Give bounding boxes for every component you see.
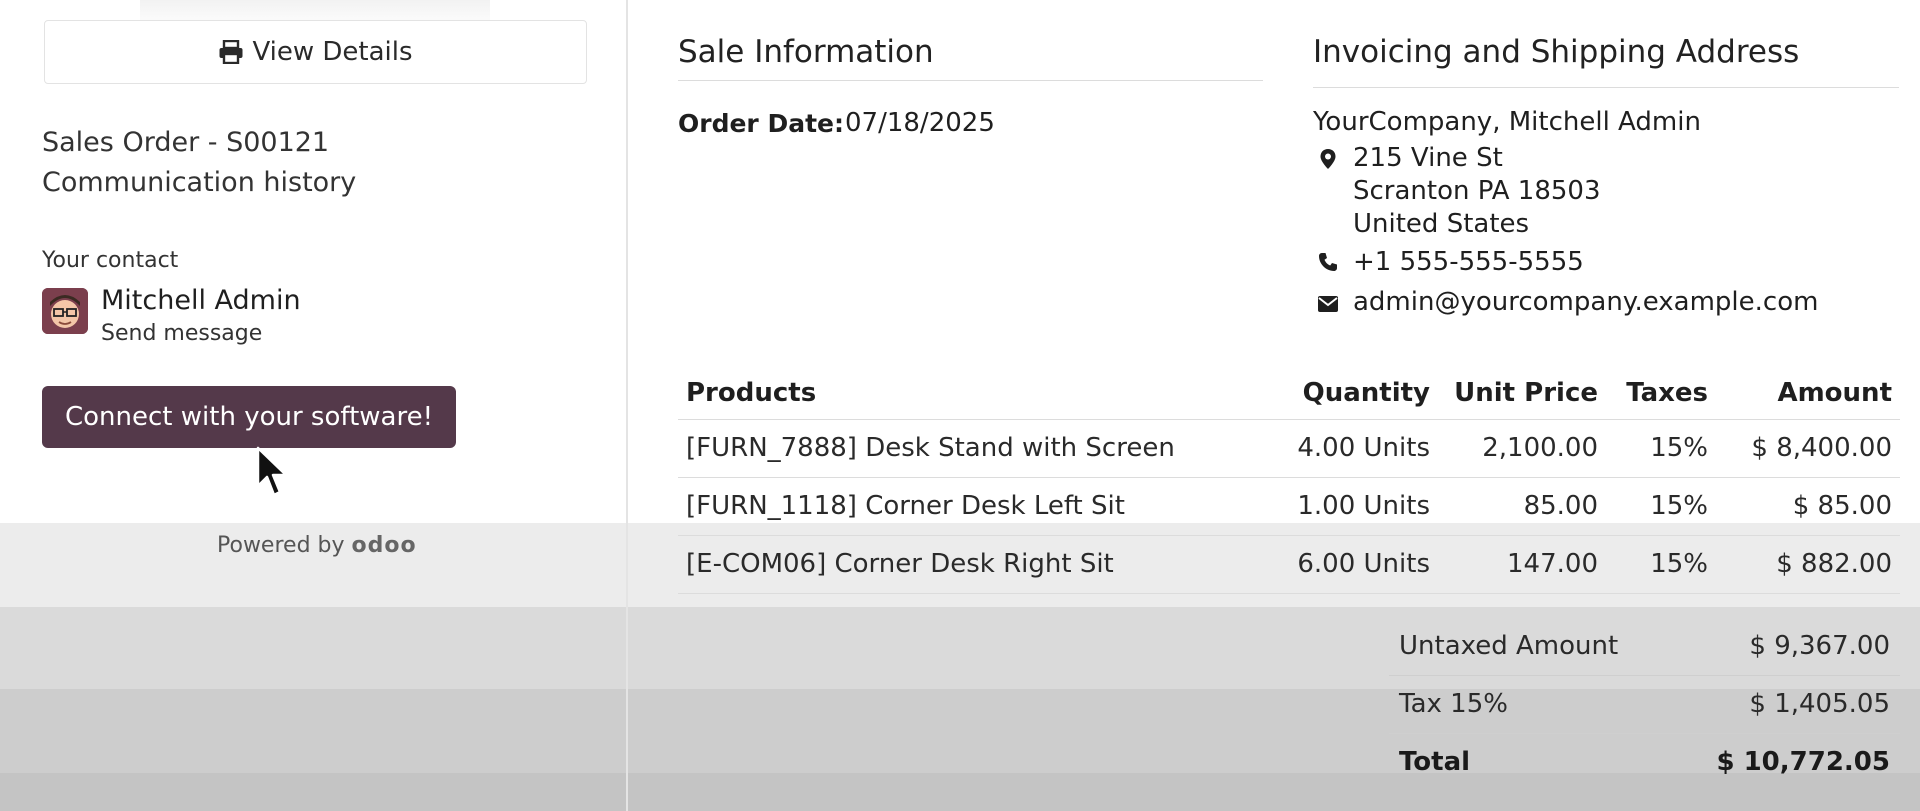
portal-sidebar: View Details Sales Order - S00121 Commun… — [0, 0, 626, 811]
header-quantity: Quantity — [1302, 378, 1430, 408]
avatar — [42, 288, 88, 334]
product-unit-price: 147.00 — [1507, 549, 1598, 579]
table-row: [FURN_7888] Desk Stand with Screen 4.00 … — [678, 420, 1900, 478]
odoo-logo[interactable]: odoo — [352, 533, 417, 558]
order-date-value: 07/18/2025 — [845, 108, 995, 138]
section-rule — [678, 80, 1263, 81]
order-date-label: Order Date: — [678, 109, 844, 138]
connect-software-button[interactable]: Connect with your software! — [42, 386, 456, 448]
totals-row-tax: Tax 15% $ 1,405.05 — [1389, 676, 1900, 734]
avatar-image — [42, 288, 88, 334]
product-name: [FURN_1118] Corner Desk Left Sit — [686, 491, 1125, 521]
header-products: Products — [686, 378, 817, 408]
phone-icon — [1319, 253, 1337, 271]
column-divider — [626, 0, 628, 811]
communication-history-link[interactable]: Communication history — [42, 167, 356, 198]
view-details-label: View Details — [252, 37, 413, 67]
untaxed-amount-label: Untaxed Amount — [1399, 631, 1619, 661]
product-taxes: 15% — [1650, 491, 1708, 521]
address-city: Scranton PA 18503 — [1353, 176, 1601, 206]
product-quantity: 6.00 Units — [1297, 549, 1430, 579]
header-unit-price: Unit Price — [1454, 378, 1598, 408]
address-title: Invoicing and Shipping Address — [1313, 34, 1800, 70]
view-details-button[interactable]: View Details — [44, 20, 587, 84]
contact-name: Mitchell Admin — [101, 285, 301, 316]
tax-value: $ 1,405.05 — [1749, 689, 1890, 719]
mouse-cursor-icon — [256, 446, 288, 497]
powered-by-label: Powered by — [217, 533, 345, 558]
product-name: [FURN_7888] Desk Stand with Screen — [686, 433, 1175, 463]
section-rule — [1313, 87, 1899, 88]
printer-icon — [219, 40, 243, 64]
table-header: Products Quantity Unit Price Taxes Amoun… — [678, 368, 1900, 420]
tax-label: Tax 15% — [1399, 689, 1508, 719]
totals-row-untaxed: Untaxed Amount $ 9,367.00 — [1389, 618, 1900, 676]
product-quantity: 1.00 Units — [1297, 491, 1430, 521]
map-marker-icon — [1320, 149, 1336, 169]
product-amount: $ 8,400.00 — [1751, 433, 1892, 463]
order-totals: Untaxed Amount $ 9,367.00 Tax 15% $ 1,40… — [1389, 618, 1900, 791]
table-row: [E-COM06] Corner Desk Right Sit 6.00 Uni… — [678, 536, 1900, 594]
order-title: Sales Order - S00121 — [42, 127, 330, 158]
product-taxes: 15% — [1650, 549, 1708, 579]
header-amount: Amount — [1777, 378, 1892, 408]
sale-information-title: Sale Information — [678, 34, 934, 70]
product-quantity: 4.00 Units — [1297, 433, 1430, 463]
total-label: Total — [1399, 747, 1471, 777]
address-phone: +1 555-555-5555 — [1353, 247, 1584, 277]
address-street: 215 Vine St — [1353, 143, 1503, 173]
product-unit-price: 85.00 — [1523, 491, 1598, 521]
total-value: $ 10,772.05 — [1716, 747, 1890, 777]
powered-by: Powered by odoo — [217, 533, 417, 558]
totals-row-total: Total $ 10,772.05 — [1389, 734, 1900, 791]
product-amount: $ 882.00 — [1776, 549, 1892, 579]
envelope-icon — [1318, 296, 1338, 312]
product-taxes: 15% — [1650, 433, 1708, 463]
table-row: [FURN_1118] Corner Desk Left Sit 1.00 Un… — [678, 478, 1900, 536]
address-company: YourCompany, Mitchell Admin — [1313, 107, 1701, 137]
send-message-link[interactable]: Send message — [101, 321, 262, 346]
untaxed-amount-value: $ 9,367.00 — [1749, 631, 1890, 661]
header-taxes: Taxes — [1626, 378, 1708, 408]
address-email[interactable]: admin@yourcompany.example.com — [1353, 287, 1818, 317]
address-country: United States — [1353, 209, 1530, 239]
product-unit-price: 2,100.00 — [1482, 433, 1598, 463]
products-table: Products Quantity Unit Price Taxes Amoun… — [678, 368, 1900, 594]
product-name: [E-COM06] Corner Desk Right Sit — [686, 549, 1114, 579]
contact-label: Your contact — [42, 248, 179, 273]
product-amount: $ 85.00 — [1792, 491, 1892, 521]
